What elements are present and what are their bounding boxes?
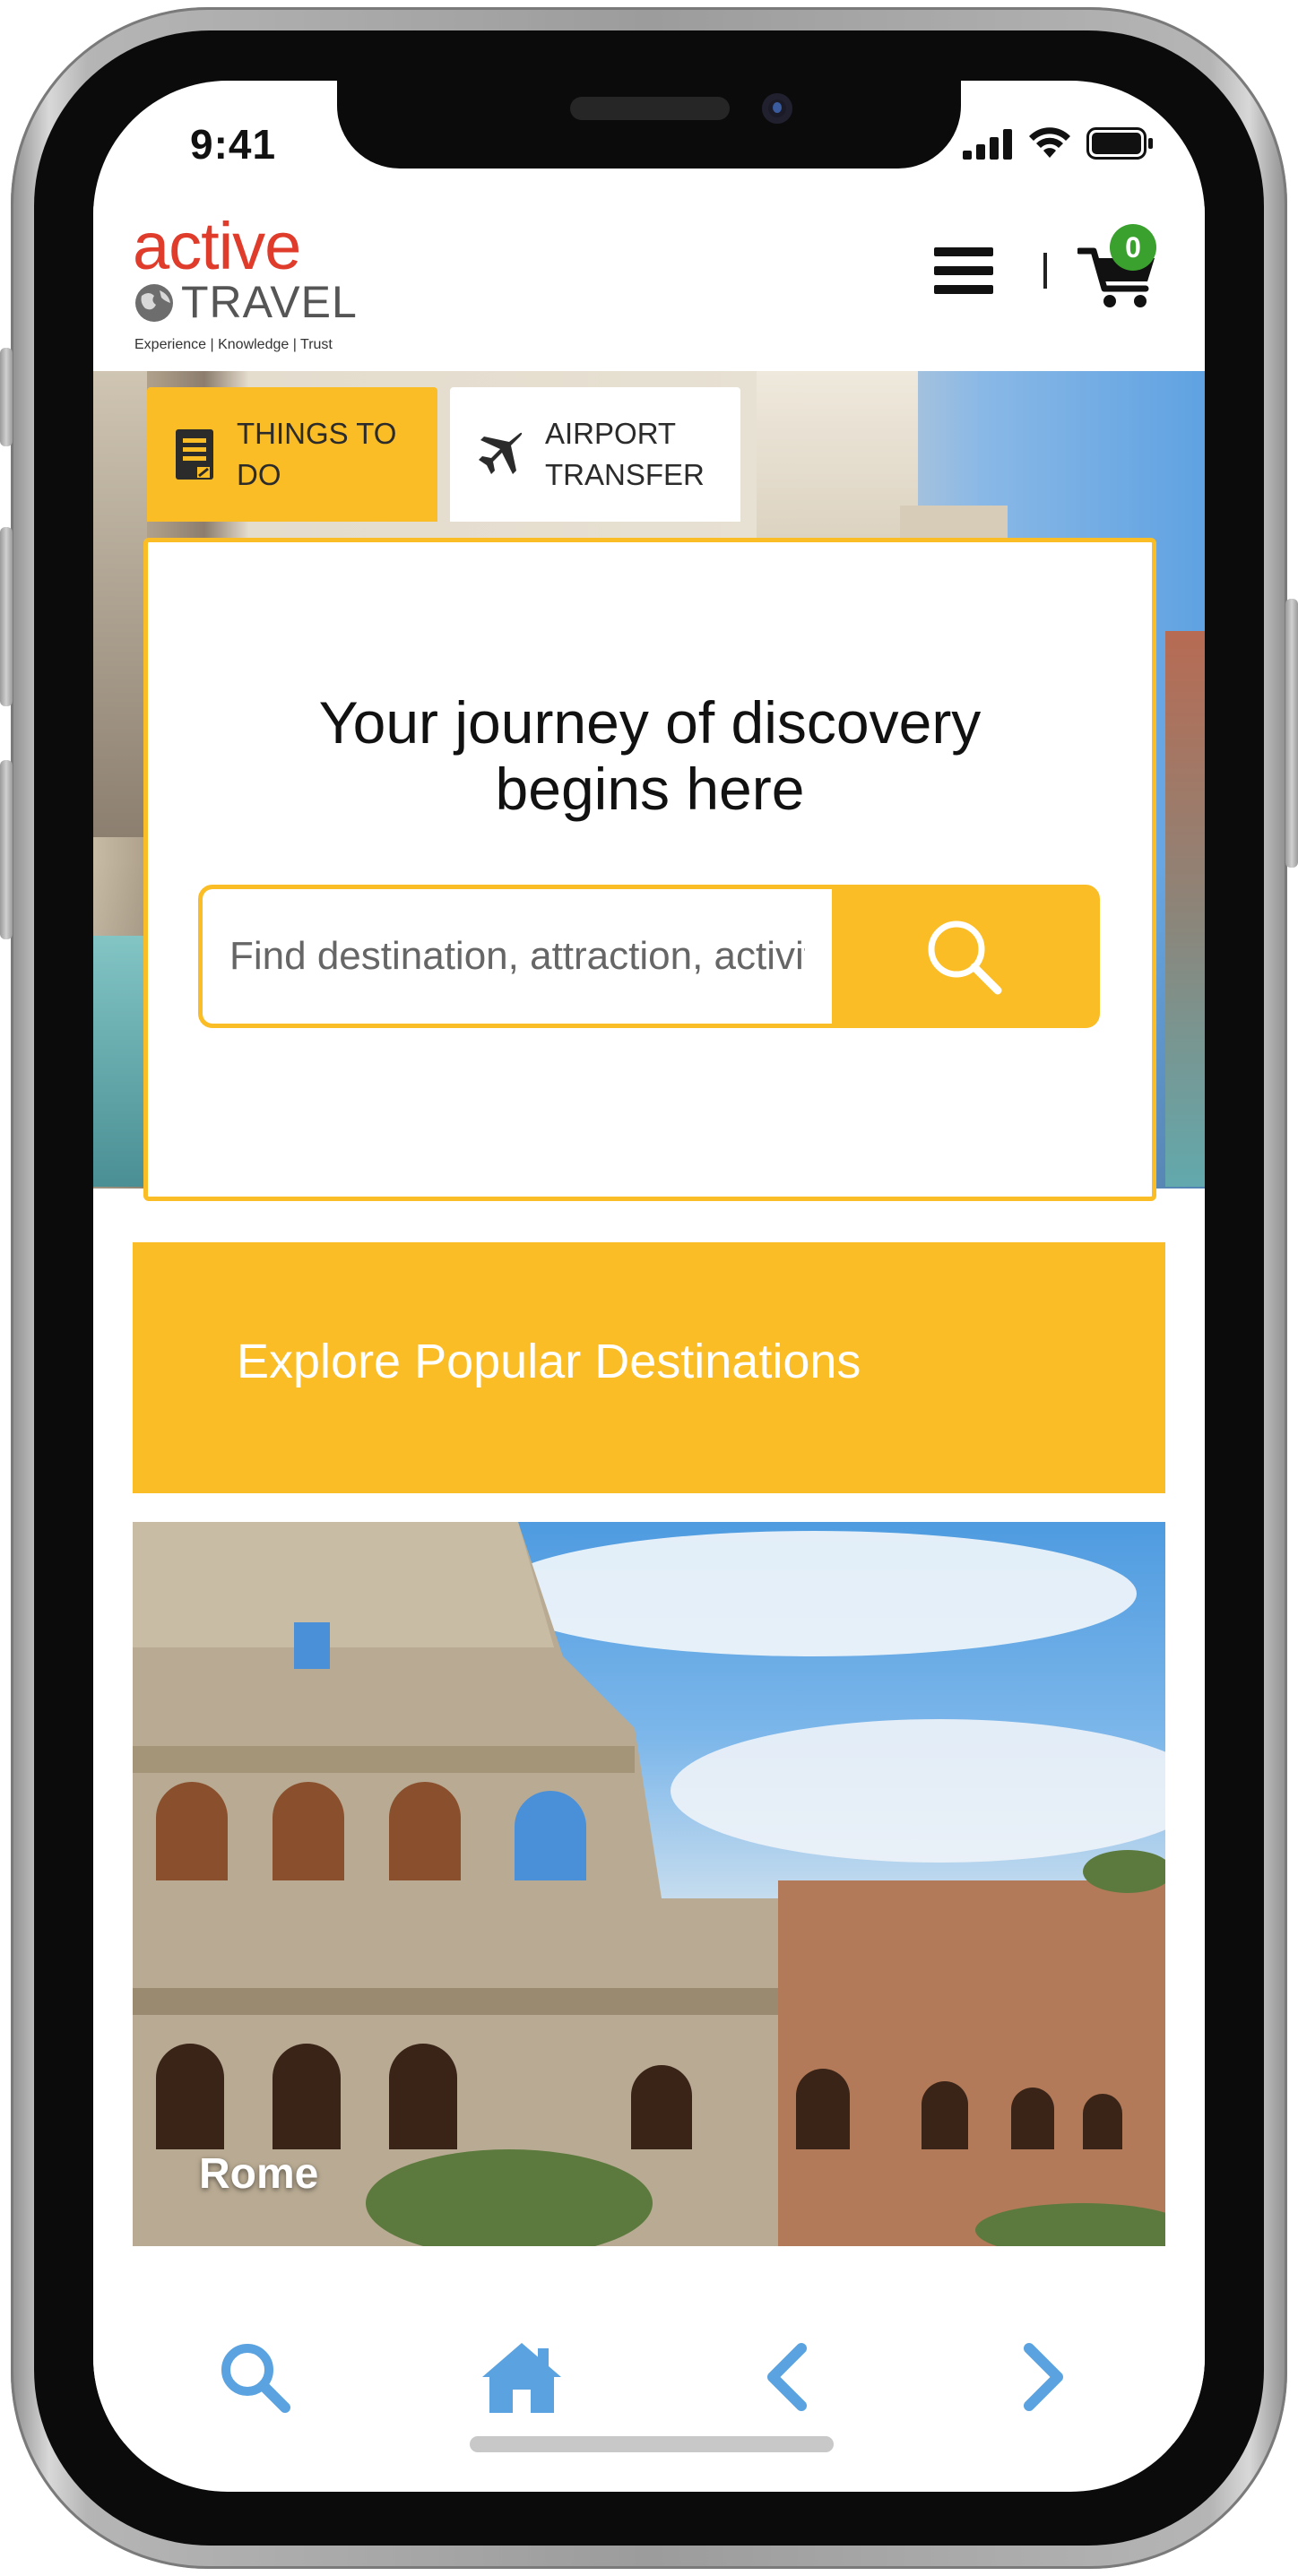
home-icon	[482, 2343, 561, 2413]
hero-section: THINGS TO DO AIRPORT TRANSFER Your journ…	[93, 371, 1205, 1201]
hero-headline: Your journey of discovery begins here	[318, 689, 982, 822]
tab-airport-transfer-label: AIRPORT TRANSFER	[545, 417, 705, 491]
logo-word-active: active	[133, 209, 301, 283]
app-header: active TRAVEL Experience | Knowledge | T…	[93, 206, 1205, 371]
chevron-right-icon	[1024, 2343, 1063, 2411]
nav-forward-button[interactable]	[999, 2332, 1088, 2422]
speaker	[570, 97, 730, 120]
search-box	[198, 885, 1100, 1028]
search-tabs: THINGS TO DO AIRPORT TRANSFER	[147, 387, 740, 522]
search-button[interactable]	[832, 889, 1095, 1024]
chevron-left-icon	[767, 2343, 807, 2411]
destination-card-rome[interactable]: Rome	[133, 1522, 1165, 2246]
destination-name: Rome	[199, 2150, 319, 2198]
destination-image	[133, 1522, 1165, 2246]
search-card: Your journey of discovery begins here	[143, 538, 1156, 1201]
notch	[337, 81, 961, 169]
status-icons	[963, 127, 1155, 160]
volume-down-button	[0, 760, 13, 939]
explore-title: Explore Popular Destinations	[237, 1335, 861, 1388]
header-divider	[1043, 253, 1047, 289]
battery-icon	[1086, 127, 1153, 160]
airplane-icon	[479, 432, 523, 474]
document-icon	[176, 429, 213, 480]
hamburger-menu-icon[interactable]	[934, 247, 993, 296]
power-button	[1285, 599, 1298, 868]
tab-things-to-do-label: THINGS TO DO	[237, 417, 397, 491]
camera	[762, 93, 792, 124]
screen: 9:41 active TRAVEL Experience | Knowledg…	[93, 81, 1205, 2492]
search-icon	[221, 2344, 290, 2413]
bottom-navigation	[93, 2300, 1205, 2443]
globe-icon	[135, 284, 173, 322]
volume-up-button	[0, 527, 13, 706]
mute-switch	[0, 348, 13, 446]
nav-search-button[interactable]	[210, 2332, 299, 2422]
tab-airport-transfer[interactable]: AIRPORT TRANSFER	[450, 387, 740, 522]
logo-tagline: Experience | Knowledge | Trust	[134, 337, 333, 352]
wifi-icon	[1029, 127, 1070, 158]
explore-banner[interactable]: Explore Popular Destinations	[133, 1242, 1165, 1493]
logo-word-travel: TRAVEL	[181, 277, 358, 327]
cart-count-badge: 0	[1110, 224, 1156, 271]
signal-icon	[963, 129, 1012, 160]
status-time: 9:41	[190, 121, 277, 168]
search-icon	[928, 921, 1002, 995]
search-input[interactable]	[203, 889, 832, 1024]
logo[interactable]: active TRAVEL Experience | Knowledge | T…	[133, 213, 357, 357]
nav-back-button[interactable]	[742, 2332, 832, 2422]
nav-home-button[interactable]	[477, 2332, 567, 2422]
home-indicator[interactable]	[470, 2436, 834, 2452]
tab-things-to-do[interactable]: THINGS TO DO	[147, 387, 437, 522]
